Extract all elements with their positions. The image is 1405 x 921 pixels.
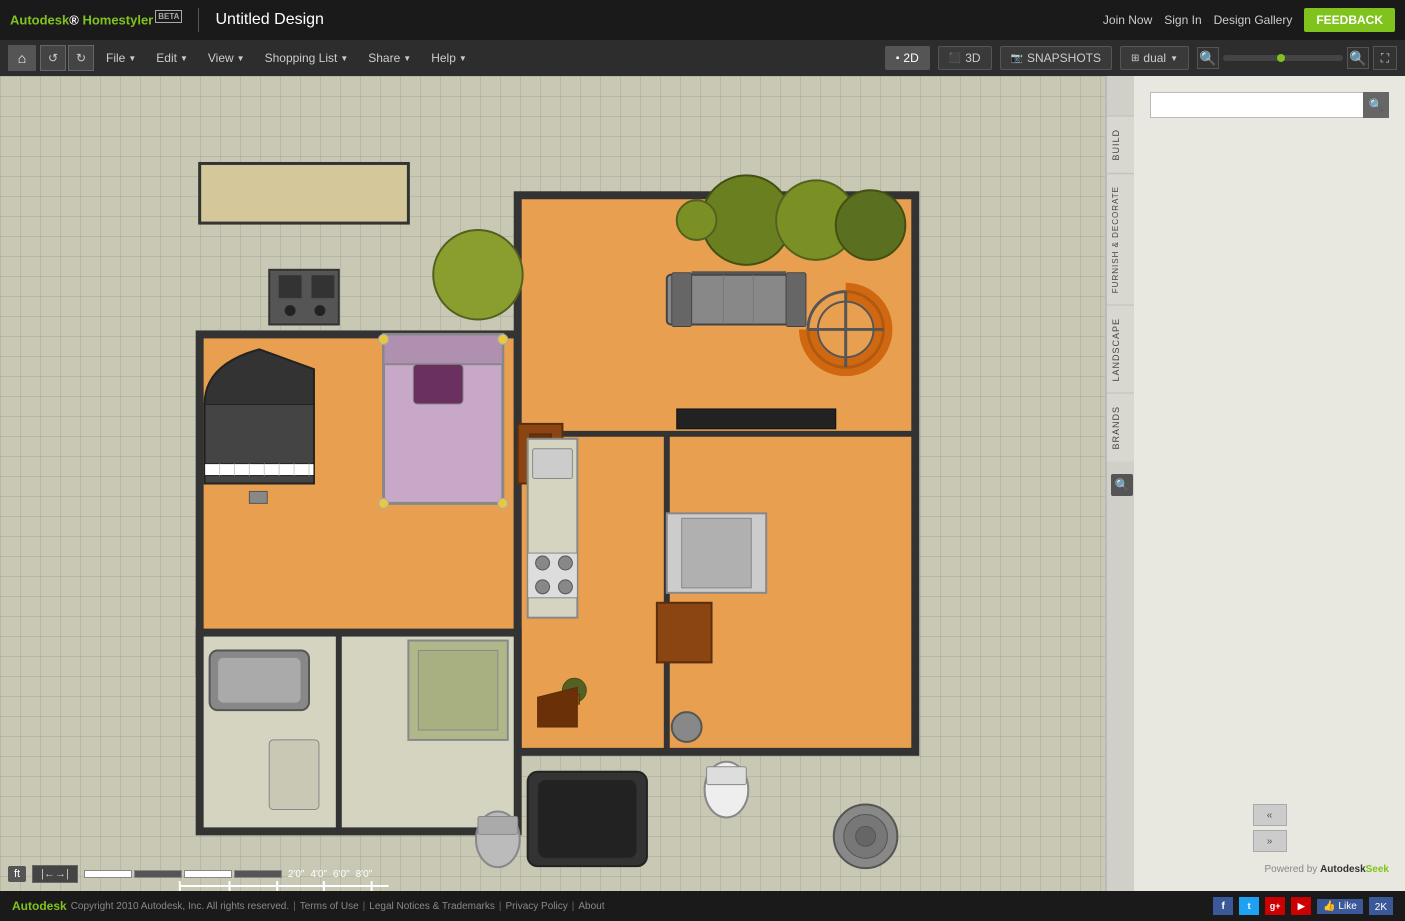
snapshots-button[interactable]: 📷 SNAPSHOTS xyxy=(1000,46,1112,70)
search-input[interactable] xyxy=(1150,92,1389,118)
collapse-down-button[interactable]: » xyxy=(1253,830,1287,852)
menu-edit[interactable]: Edit ▼ xyxy=(146,47,198,69)
right-panel: BUILD FURNISH & DECORATE LANDSCAPE BRAND… xyxy=(1105,76,1405,891)
collapse-buttons: « » xyxy=(1142,796,1397,860)
search-wrap: 🔍 xyxy=(1150,92,1389,118)
zoom-thumb[interactable] xyxy=(1277,54,1285,62)
design-gallery-link[interactable]: Design Gallery xyxy=(1214,13,1293,27)
menubar: ⌂ ↺ ↻ File ▼ Edit ▼ View ▼ Shopping List… xyxy=(0,40,1405,76)
terms-link[interactable]: Terms of Use xyxy=(300,901,359,912)
footer-autodesk: Autodesk xyxy=(12,899,67,913)
menu-file[interactable]: File ▼ xyxy=(96,47,146,69)
menubar-right: ▪ 2D ⬛ 3D 📷 SNAPSHOTS ⊞ dual ▼ 🔍 🔍 ⛶ xyxy=(885,46,1397,70)
about-link[interactable]: About xyxy=(578,901,604,912)
redo-button[interactable]: ↻ xyxy=(68,45,94,71)
powered-by: Powered by AutodeskSeek xyxy=(1142,860,1397,883)
footer-left: Autodesk Copyright 2010 Autodesk, Inc. A… xyxy=(12,899,605,913)
ruler-button[interactable]: |←→| xyxy=(32,865,78,883)
zoom-in-button[interactable]: 🔍 xyxy=(1347,47,1369,69)
scale-label-0: 2'0" xyxy=(288,869,305,880)
join-now-link[interactable]: Join Now xyxy=(1103,13,1152,27)
scale-label-2: 6'0" xyxy=(333,869,350,880)
tab-landscape[interactable]: LANDSCAPE xyxy=(1107,305,1134,394)
menu-view[interactable]: View ▼ xyxy=(198,47,255,69)
tab-furnish[interactable]: FURNISH & DECORATE xyxy=(1107,173,1134,305)
autodesk-logo: Autodesk® HomestylerBETA xyxy=(10,12,182,27)
like-button[interactable]: 👍 Like xyxy=(1317,899,1363,914)
zoom-bar: 🔍 🔍 ⛶ xyxy=(1197,46,1397,70)
menu-shopping-list[interactable]: Shopping List ▼ xyxy=(255,47,359,69)
privacy-link[interactable]: Privacy Policy xyxy=(506,901,568,912)
title-divider xyxy=(198,8,199,32)
tab-brands[interactable]: BRANDS xyxy=(1107,393,1134,462)
unit-toggle[interactable]: ft xyxy=(8,866,26,882)
sign-in-link[interactable]: Sign In xyxy=(1164,13,1201,27)
topbar-left: Autodesk® HomestylerBETA Untitled Design xyxy=(10,8,324,32)
like-count[interactable]: 2K xyxy=(1369,897,1393,915)
scale-segment-0 xyxy=(84,870,132,878)
canvas-area[interactable]: ft |←→| 2'0" 4'0" 6'0" 8'0" xyxy=(0,76,1105,891)
seek-label: Seek xyxy=(1366,864,1389,875)
main-content: ft |←→| 2'0" 4'0" 6'0" 8'0" BUILD FURNIS… xyxy=(0,76,1405,891)
menu-share[interactable]: Share ▼ xyxy=(358,47,421,69)
footer-copyright: Copyright 2010 Autodesk, Inc. All rights… xyxy=(71,901,289,912)
scale-label-3: 8'0" xyxy=(356,869,373,880)
collapse-up-button[interactable]: « xyxy=(1253,804,1287,826)
side-content-area: 🔍 « » Powered by AutodeskSeek xyxy=(1134,76,1405,891)
fullscreen-button[interactable]: ⛶ xyxy=(1373,46,1397,70)
scale-marks xyxy=(84,870,282,878)
scale-label-1: 4'0" xyxy=(310,869,327,880)
like-count-label: 2K xyxy=(1375,902,1387,913)
search-icon[interactable]: 🔍 xyxy=(1111,474,1133,496)
search-go-button[interactable]: 🔍 xyxy=(1363,92,1389,118)
zoom-out-button[interactable]: 🔍 xyxy=(1197,47,1219,69)
footer-social: f t g+ ▶ 👍 Like 2K xyxy=(1213,897,1393,915)
view-3d-button[interactable]: ⬛ 3D xyxy=(938,46,992,70)
product-name: Homestyler xyxy=(82,13,153,28)
legal-link[interactable]: Legal Notices & Trademarks xyxy=(369,901,495,912)
floorplan xyxy=(0,76,1105,891)
scale-bar-area: ft |←→| 2'0" 4'0" 6'0" 8'0" xyxy=(8,865,372,883)
youtube-icon[interactable]: ▶ xyxy=(1291,897,1311,915)
design-title: Untitled Design xyxy=(215,11,324,29)
scale-segment-1 xyxy=(134,870,182,878)
dual-button[interactable]: ⊞ dual ▼ xyxy=(1120,46,1189,70)
facebook-icon[interactable]: f xyxy=(1213,897,1233,915)
feedback-button[interactable]: FEEDBACK xyxy=(1304,8,1395,32)
google-plus-icon[interactable]: g+ xyxy=(1265,897,1285,915)
topbar-right: Join Now Sign In Design Gallery FEEDBACK xyxy=(1103,8,1395,32)
menu-help[interactable]: Help ▼ xyxy=(421,47,477,69)
autodesk-seek: Autodesk xyxy=(1320,864,1366,875)
topbar: Autodesk® HomestylerBETA Untitled Design… xyxy=(0,0,1405,40)
tab-build[interactable]: BUILD xyxy=(1107,116,1134,173)
zoom-slider[interactable] xyxy=(1223,55,1343,61)
scale-segment-2 xyxy=(184,870,232,878)
side-tabs: BUILD FURNISH & DECORATE LANDSCAPE BRAND… xyxy=(1106,76,1134,891)
twitter-icon[interactable]: t xyxy=(1239,897,1259,915)
scale-segment-3 xyxy=(234,870,282,878)
autodesk-name: Autodesk xyxy=(10,13,69,28)
home-button[interactable]: ⌂ xyxy=(8,45,36,71)
footer: Autodesk Copyright 2010 Autodesk, Inc. A… xyxy=(0,891,1405,921)
view-2d-button[interactable]: ▪ 2D xyxy=(885,46,930,70)
tab-search-icon[interactable]: 🔍 xyxy=(1107,470,1134,500)
undo-button[interactable]: ↺ xyxy=(40,45,66,71)
